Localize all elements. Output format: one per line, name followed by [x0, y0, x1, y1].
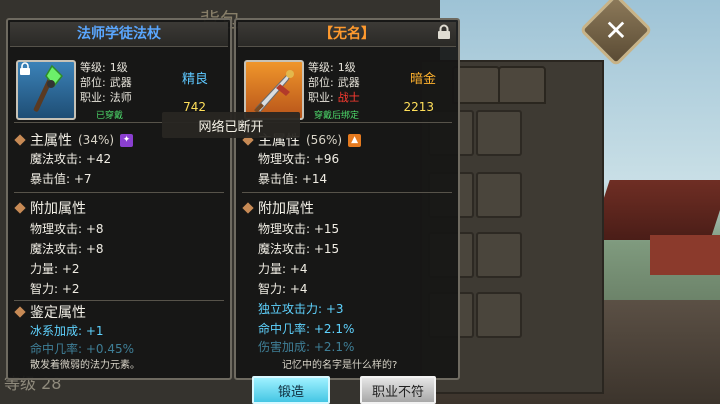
extra-stat: 智力: +2 — [30, 282, 80, 296]
job-label: 职业: — [80, 91, 106, 104]
extra-stat: 物理攻击: +8 — [30, 222, 104, 236]
job-value: 法师 — [109, 91, 132, 104]
special-stat: 伤害加成: +2.1% — [258, 340, 355, 354]
item-info: 等级: 1级 部位: 武器 职业: 法师 — [80, 60, 132, 105]
lock-icon[interactable] — [436, 24, 452, 40]
extra-stat: 魔法攻击: +15 — [258, 242, 340, 256]
identify-attr-label: 鉴定属性 — [30, 305, 86, 321]
extra-stat: 力量: +2 — [30, 262, 80, 276]
item-score: 2213 — [403, 100, 434, 114]
main-stat: 暴击值: +7 — [30, 172, 92, 186]
magic-type-icon: ✦ — [120, 133, 134, 147]
main-attr-pct: (34%) — [78, 133, 115, 147]
close-icon: ✕ — [604, 13, 628, 47]
compare-item-panel: 【无名】 等级: 1级 部位: 武器 职业: 战士 暗金 2213 穿戴后绑定 主属性… — [234, 18, 460, 380]
item-question: 记忆中的名字是什么样的? — [282, 360, 398, 371]
slot-label: 部位: — [80, 76, 106, 89]
item-description: 散发着微弱的法力元素。 — [30, 360, 140, 371]
divider — [14, 300, 224, 301]
diamond-icon — [14, 134, 26, 146]
forge-button[interactable]: 锻造 — [252, 376, 330, 404]
staff-item-icon — [16, 60, 76, 120]
physical-type-icon: ▲ — [348, 133, 362, 147]
diamond-icon — [14, 306, 26, 318]
diamond-icon — [242, 202, 254, 214]
level-value: 1级 — [109, 61, 128, 74]
lock-icon — [20, 62, 30, 75]
special-stat: 独立攻击力: +3 — [258, 302, 344, 316]
level-label: 等级: — [308, 61, 334, 74]
slot-value: 武器 — [337, 76, 360, 89]
slot-label: 部位: — [308, 76, 334, 89]
divider — [242, 192, 452, 193]
diamond-icon — [14, 202, 26, 214]
extra-attr-label: 附加属性 — [30, 201, 86, 217]
extra-stat: 物理攻击: +15 — [258, 222, 340, 236]
inventory-slot[interactable] — [476, 292, 522, 338]
inventory-slot[interactable] — [476, 172, 522, 218]
divider — [14, 192, 224, 193]
inventory-slot[interactable] — [476, 110, 522, 156]
item-info: 等级: 1级 部位: 武器 职业: 战士 — [308, 60, 360, 105]
grade-label: 暗金 — [409, 72, 436, 87]
identify-stat: 命中几率: +0.45% — [30, 342, 135, 356]
job-mismatch-button[interactable]: 职业不符 — [360, 376, 436, 404]
extra-attr-header: 附加属性 — [242, 198, 314, 218]
job-value: 战士 — [337, 91, 360, 104]
bag-tab[interactable] — [498, 66, 546, 104]
extra-stat: 魔法攻击: +8 — [30, 242, 104, 256]
equipped-item-panel: 法师学徒法杖 等级: 1级 部位: 武器 职业: 法师 精良 742 已穿戴 主属性 … — [6, 18, 232, 380]
main-stat: 魔法攻击: +42 — [30, 152, 112, 166]
roof-decoration — [650, 235, 720, 275]
special-stat: 命中几率: +2.1% — [258, 322, 355, 336]
item-title: 【无名】 — [238, 22, 456, 47]
sword-item-icon — [244, 60, 304, 120]
slot-value: 武器 — [109, 76, 132, 89]
extra-attr-label: 附加属性 — [258, 201, 314, 217]
grade-label: 精良 — [181, 72, 208, 87]
identify-attr-header: 鉴定属性 — [14, 302, 86, 322]
equip-status: 已穿戴 — [96, 111, 124, 121]
bind-status: 穿戴后绑定 — [314, 111, 360, 121]
identify-stat: 冰系加成: +1 — [30, 324, 104, 338]
extra-stat: 智力: +4 — [258, 282, 308, 296]
main-stat: 物理攻击: +96 — [258, 152, 340, 166]
roof-decoration — [590, 180, 720, 240]
item-title: 法师学徒法杖 — [10, 22, 228, 47]
main-attr-label: 主属性 — [30, 133, 72, 149]
level-label: 等级: — [80, 61, 106, 74]
main-attr-pct: (56%) — [306, 133, 343, 147]
inventory-slot[interactable] — [476, 232, 522, 278]
level-value: 1级 — [337, 61, 356, 74]
main-attr-header: 主属性 (34%) ✦ — [14, 130, 134, 150]
network-disconnected-toast: 网络已断开 — [162, 112, 300, 138]
job-label: 职业: — [308, 91, 334, 104]
extra-stat: 力量: +4 — [258, 262, 308, 276]
main-stat: 暴击值: +14 — [258, 172, 328, 186]
extra-attr-header: 附加属性 — [14, 198, 86, 218]
